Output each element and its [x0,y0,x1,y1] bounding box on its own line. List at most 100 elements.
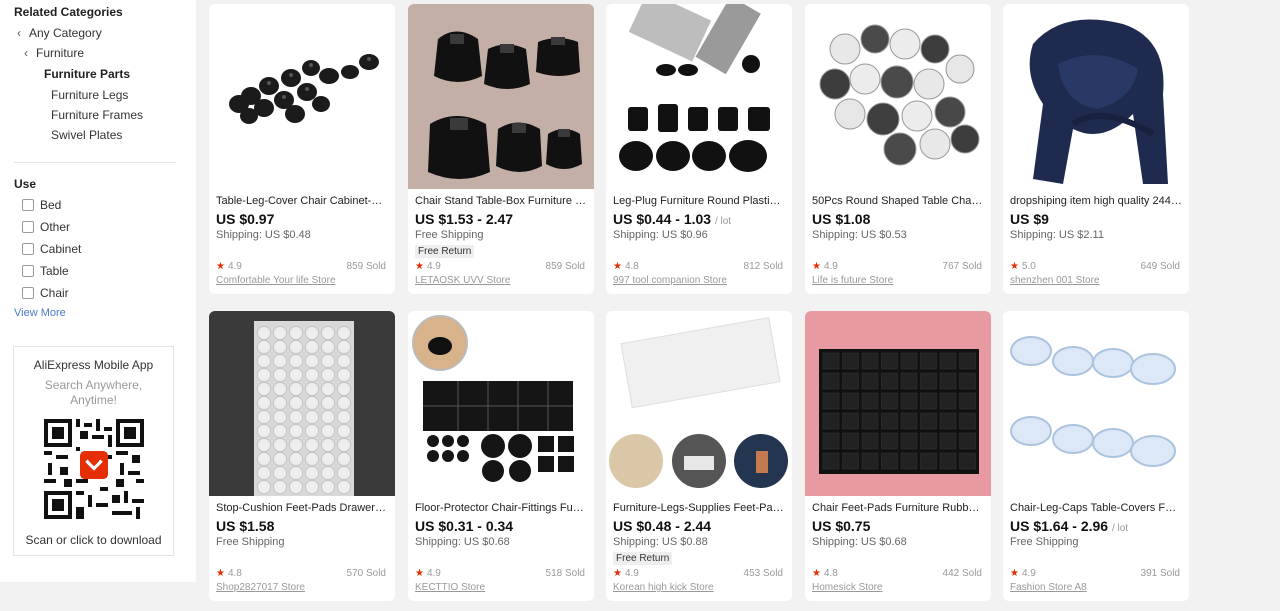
use-option-label: Table [40,264,69,278]
store-link[interactable]: Shop2827017 Store [216,582,305,593]
product-image[interactable] [408,311,594,496]
product-card[interactable]: dropshiping item high quality 244c… US $9… [1003,4,1189,294]
product-card[interactable]: Stop-Cushion Feet-Pads Drawer-C… US $1.58… [209,311,395,601]
product-title[interactable]: 50Pcs Round Shaped Table Chair F… [812,195,984,207]
use-option-cabinet[interactable]: Cabinet [22,241,81,257]
product-card[interactable]: Furniture-Legs-Supplies Feet-Pads … US $0… [606,311,792,601]
product-rating: ★ 4.8 [812,568,838,579]
checkbox[interactable] [22,221,34,233]
product-image[interactable] [606,311,792,496]
rating-value: 4.9 [426,568,441,579]
product-price: US $0.97 [216,211,274,227]
price-unit: / lot [1111,523,1129,534]
store-link[interactable]: shenzhen 001 Store [1010,275,1100,286]
product-card[interactable]: Chair Stand Table-Box Furniture S… US $1.… [408,4,594,294]
shipping-info: Shipping: US $0.68 [415,536,510,548]
product-rating: ★ 4.9 [415,261,441,272]
checkbox[interactable] [22,199,34,211]
product-title[interactable]: Table-Leg-Cover Chair Cabinet-Bot… [216,195,388,207]
store-link[interactable]: Homesick Store [812,582,883,593]
product-card[interactable]: Chair-Leg-Caps Table-Covers Feet-… US $1.… [1003,311,1189,601]
view-more-link[interactable]: View More [14,307,66,319]
product-card[interactable]: Leg-Plug Furniture Round Plastic P… US $0… [606,4,792,294]
category-furniture-frames[interactable]: Furniture Frames [51,108,143,122]
product-rating: ★ 4.9 [415,568,441,579]
category-furniture-legs[interactable]: Furniture Legs [51,88,128,102]
checkbox[interactable] [22,265,34,277]
price-value: US $0.44 - 1.03 [613,211,712,227]
star-icon: ★ [812,261,821,272]
star-icon: ★ [613,568,622,579]
sold-count: 649 Sold [1140,261,1180,272]
rating-value: 4.9 [426,261,441,272]
product-card[interactable]: Table-Leg-Cover Chair Cabinet-Bot… US $0.… [209,4,395,294]
app-promo-subtitle: Search Anywhere, Anytime! [44,378,143,407]
store-link[interactable]: Korean high kick Store [613,582,714,593]
rating-value: 4.8 [823,568,838,579]
store-link[interactable]: KECTTIO Store [415,582,485,593]
category-furniture[interactable]: ‹ Furniture [24,46,84,60]
product-card[interactable]: Floor-Protector Chair-Fittings Furni… US … [408,311,594,601]
product-image[interactable] [805,311,991,496]
product-title[interactable]: dropshiping item high quality 244c… [1010,195,1182,207]
category-any[interactable]: ‹ Any Category [17,26,102,40]
mobile-app-promo[interactable]: AliExpress Mobile App Search Anywhere, A… [13,346,174,556]
store-link[interactable]: Life is future Store [812,275,893,286]
qr-code-icon[interactable] [44,419,144,519]
use-option-table[interactable]: Table [22,263,69,279]
product-image[interactable] [606,4,792,189]
use-option-label: Chair [40,286,69,300]
product-rating: ★ 4.8 [216,568,242,579]
product-title[interactable]: Chair Feet-Pads Furniture Rubber … [812,502,984,514]
product-title[interactable]: Stop-Cushion Feet-Pads Drawer-C… [216,502,388,514]
product-rating: ★ 4.9 [613,568,639,579]
sold-count: 518 Sold [545,568,585,579]
app-promo-footer: Scan or click to download [25,533,162,547]
product-image[interactable] [805,4,991,189]
product-image[interactable] [408,4,594,189]
shipping-info: Free Shipping [216,536,285,548]
store-link[interactable]: Fashion Store A8 [1010,582,1087,593]
filter-sidebar: Related Categories ‹ Any Category ‹ Furnit… [0,0,196,582]
use-option-chair[interactable]: Chair [22,285,69,301]
use-option-label: Other [40,220,71,234]
product-title[interactable]: Chair-Leg-Caps Table-Covers Feet-… [1010,502,1182,514]
category-label: Furniture Frames [51,108,144,122]
product-title[interactable]: Furniture-Legs-Supplies Feet-Pads … [613,502,785,514]
star-icon: ★ [415,261,424,272]
category-label: Any Category [29,26,102,40]
app-promo-title: AliExpress Mobile App [33,358,154,372]
category-label: Furniture Legs [51,88,129,102]
checkbox[interactable] [22,243,34,255]
rating-value: 4.8 [624,261,639,272]
star-icon: ★ [216,261,225,272]
star-icon: ★ [1010,261,1019,272]
use-option-other[interactable]: Other [22,219,70,235]
price-value: US $0.75 [812,518,871,534]
product-title[interactable]: Chair Stand Table-Box Furniture S… [415,195,587,207]
product-price: US $0.31 - 0.34 [415,518,513,534]
store-link[interactable]: 997 tool companion Store [613,275,727,286]
shipping-info: Shipping: US $0.53 [812,229,907,241]
sold-count: 859 Sold [545,261,585,272]
checkbox[interactable] [22,287,34,299]
product-image[interactable] [209,311,395,496]
store-link[interactable]: LETAOSK UVV Store [415,275,510,286]
price-value: US $1.53 - 2.47 [415,211,514,227]
use-option-bed[interactable]: Bed [22,197,61,213]
rating-value: 4.9 [823,261,838,272]
product-title[interactable]: Leg-Plug Furniture Round Plastic P… [613,195,785,207]
sold-count: 442 Sold [942,568,982,579]
free-return-badge: Free Return [613,552,673,565]
category-furniture-parts[interactable]: Furniture Parts [44,67,130,81]
product-image[interactable] [1003,4,1189,189]
category-label: Furniture Parts [44,67,131,81]
product-title[interactable]: Floor-Protector Chair-Fittings Furni… [415,502,587,514]
product-image[interactable] [1003,311,1189,496]
category-swivel-plates[interactable]: Swivel Plates [51,128,122,142]
product-rating: ★ 5.0 [1010,261,1036,272]
store-link[interactable]: Comfortable Your life Store [216,275,336,286]
product-card[interactable]: Chair Feet-Pads Furniture Rubber … US $0.… [805,311,991,601]
product-card[interactable]: 50Pcs Round Shaped Table Chair F… US $1.0… [805,4,991,294]
product-image[interactable] [209,4,395,189]
